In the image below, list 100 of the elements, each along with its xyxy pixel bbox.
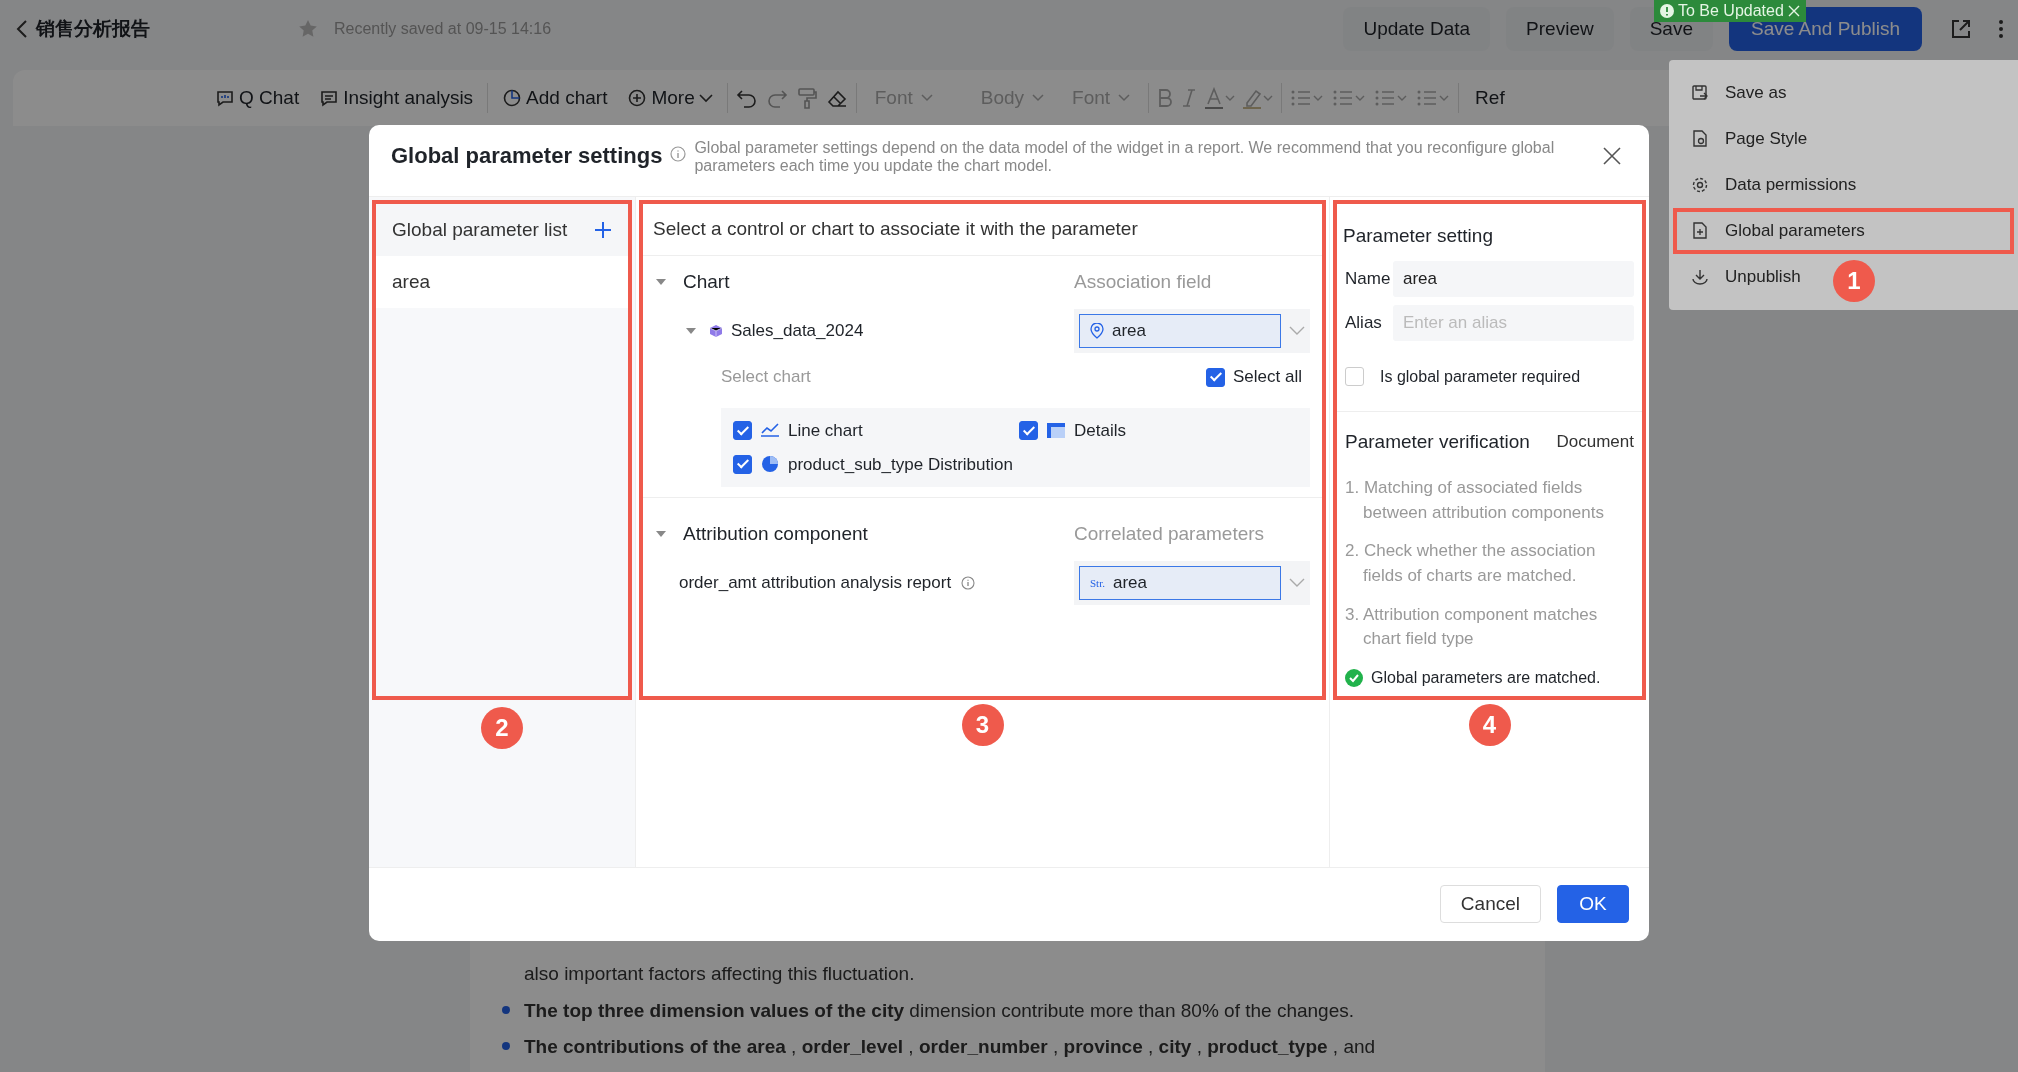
document-icon bbox=[1691, 130, 1709, 148]
check-item: 2. Check whether the association fields of charts are matched. bbox=[1345, 540, 1597, 587]
toolbar-button[interactable]: Add chart bbox=[496, 83, 614, 113]
more-icon[interactable] bbox=[1998, 19, 2004, 39]
document-icon bbox=[1691, 222, 1709, 240]
download-icon bbox=[1691, 268, 1709, 286]
line-spacing-icon[interactable] bbox=[1416, 88, 1451, 108]
format-painter-icon[interactable] bbox=[795, 87, 818, 109]
toolbar-button[interactable]: More bbox=[621, 83, 719, 113]
select-field[interactable]: area bbox=[1074, 309, 1310, 353]
parameter-item[interactable]: area bbox=[376, 256, 628, 308]
column-header: Correlated parameters bbox=[1074, 521, 1266, 546]
step-number: 2 bbox=[481, 707, 523, 749]
checkbox-label: Select all bbox=[1233, 366, 1302, 389]
bold-icon[interactable] bbox=[1157, 88, 1174, 108]
bullet-icon bbox=[502, 1042, 510, 1050]
chevron-icon bbox=[1289, 578, 1305, 588]
check-item: 1. Matching of associated fields between attribution components bbox=[1345, 477, 1605, 524]
numbered-list-icon[interactable] bbox=[1332, 88, 1367, 108]
pie-chart-icon bbox=[502, 88, 523, 108]
chat-icon bbox=[215, 88, 235, 108]
name-field[interactable]: area bbox=[1393, 260, 1634, 297]
location-icon bbox=[1090, 323, 1104, 339]
type-tag: Str. bbox=[1090, 574, 1105, 592]
paragraph-text: also important factors affecting this fluctuation. bbox=[524, 963, 915, 984]
step-number: 4 bbox=[1468, 704, 1511, 746]
ok-button[interactable]: OK bbox=[1557, 885, 1629, 923]
info-icon bbox=[670, 146, 687, 162]
check-circle-icon bbox=[1345, 668, 1363, 687]
info-icon bbox=[961, 576, 976, 590]
checkbox[interactable] bbox=[1019, 421, 1038, 441]
checkbox[interactable] bbox=[733, 454, 752, 474]
menu-item[interactable]: Page Style bbox=[1673, 116, 2014, 162]
menu-item[interactable]: Data permissions bbox=[1673, 162, 2014, 208]
save-icon bbox=[1691, 84, 1709, 102]
report-title: 销售分析报告 bbox=[36, 16, 150, 41]
chart-name: Line chart bbox=[788, 420, 863, 442]
caret-icon bbox=[1118, 94, 1131, 102]
field-label: Name bbox=[1345, 267, 1392, 290]
panel-title: Parameter setting bbox=[1342, 224, 1494, 248]
expanded-caret-icon[interactable] bbox=[655, 529, 667, 539]
label-text: Select chart bbox=[721, 366, 812, 389]
menu-item[interactable]: Save as bbox=[1673, 70, 2014, 116]
field-label: Alias bbox=[1345, 311, 1383, 334]
cancel-button[interactable]: Cancel bbox=[1439, 885, 1541, 923]
align-icon[interactable] bbox=[1374, 88, 1409, 108]
caret-icon bbox=[698, 93, 713, 103]
checkbox[interactable] bbox=[733, 421, 752, 441]
bullet-text: The top three dimension values of the city dimension contribute more than 80% of the changes. bbox=[524, 999, 1355, 1021]
cube-icon bbox=[709, 324, 723, 338]
toolbar-text: Ref bbox=[1475, 85, 1505, 110]
component-name: order_amt attribution analysis report bbox=[679, 572, 952, 595]
table-icon bbox=[1046, 421, 1066, 440]
expanded-caret-icon[interactable] bbox=[685, 326, 697, 336]
expanded-caret-icon[interactable] bbox=[655, 277, 667, 287]
dataset-name: Sales_data_2024 bbox=[731, 320, 865, 343]
redo-icon[interactable] bbox=[765, 88, 788, 108]
back-icon[interactable] bbox=[16, 19, 28, 39]
line-chart-icon bbox=[760, 421, 780, 440]
select-all-checkbox[interactable] bbox=[1206, 367, 1225, 387]
alias-field[interactable]: Enter an alias bbox=[1393, 304, 1634, 341]
status-toast: To Be Updated bbox=[1654, 0, 1806, 22]
undo-icon[interactable] bbox=[735, 88, 758, 108]
panel-title: Global parameter list bbox=[392, 217, 568, 242]
alert-icon bbox=[1660, 4, 1674, 18]
gear-icon bbox=[1691, 176, 1709, 194]
dialog-description: Global parameter settings depend on the data model of the widget in a report. We recommend that you reconfigure global parameters each time you update the chart model. bbox=[694, 139, 1555, 176]
close-icon[interactable] bbox=[1603, 147, 1621, 165]
bullet-text: The contributions of the area , order_level , order_number , province , city , product_type , and bbox=[524, 1036, 1376, 1057]
bullet-list-icon[interactable] bbox=[1290, 88, 1325, 108]
column-header: Association field bbox=[1074, 269, 1213, 294]
share-icon[interactable] bbox=[1950, 18, 1972, 40]
panel-title: Select a control or chart to associate it with the parameter bbox=[643, 204, 1322, 256]
header-button[interactable]: Preview bbox=[1506, 6, 1614, 52]
highlight-icon[interactable] bbox=[1243, 87, 1274, 109]
chart-name: product_sub_type Distribution bbox=[788, 453, 1013, 476]
bullet-icon bbox=[502, 1005, 510, 1014]
star-icon[interactable] bbox=[298, 19, 318, 39]
add-icon[interactable] bbox=[594, 221, 612, 239]
select-field[interactable]: Str. area bbox=[1074, 561, 1310, 605]
section-title: Chart bbox=[683, 269, 731, 294]
menu-item[interactable]: Global parameters bbox=[1673, 208, 2014, 254]
pie-chart-icon bbox=[760, 455, 780, 474]
document-link[interactable]: Document bbox=[1556, 429, 1634, 455]
chevron-icon bbox=[1289, 326, 1305, 336]
comment-icon bbox=[319, 88, 340, 108]
plus-circle-icon bbox=[627, 88, 648, 108]
checkbox-label: Is global parameter required bbox=[1380, 366, 1581, 387]
section-title: Attribution component bbox=[683, 521, 869, 546]
result-text: Global parameters are matched. bbox=[1371, 667, 1601, 688]
toolbar-button[interactable]: Q Chat bbox=[209, 83, 306, 113]
italic-icon[interactable] bbox=[1181, 88, 1198, 108]
toolbar-button[interactable]: Insight analysis bbox=[313, 83, 480, 113]
header-button[interactable]: Update Data bbox=[1343, 6, 1491, 52]
caret-icon bbox=[920, 94, 933, 102]
text-color-icon[interactable] bbox=[1205, 87, 1236, 109]
chart-name: Details bbox=[1074, 420, 1126, 442]
caret-icon bbox=[1032, 94, 1045, 102]
dialog-title: Global parameter settings bbox=[391, 142, 663, 170]
step-number: 3 bbox=[961, 704, 1004, 746]
